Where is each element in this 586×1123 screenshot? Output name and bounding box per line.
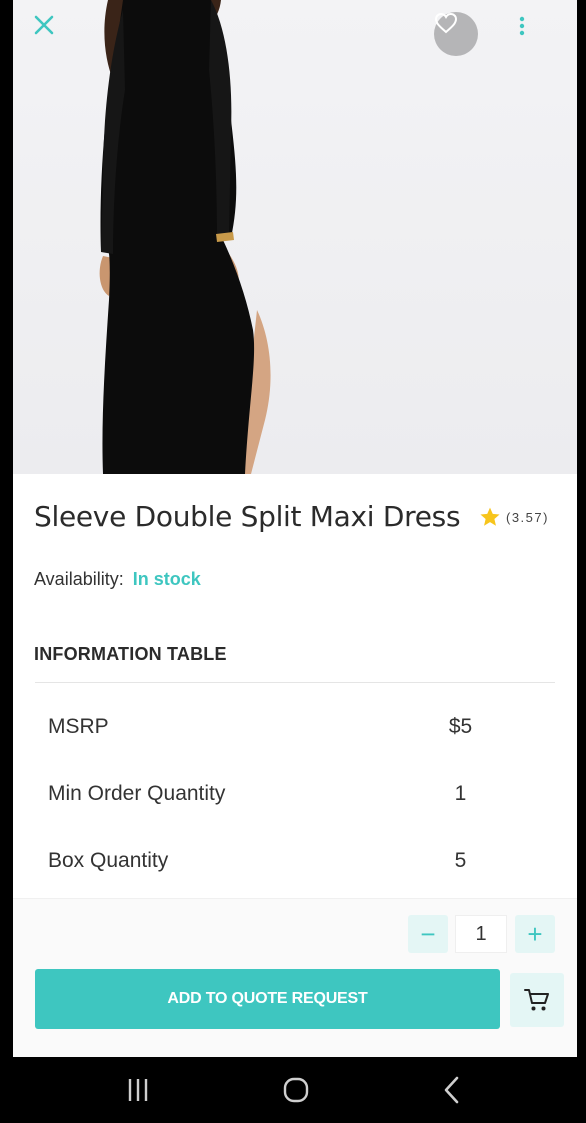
nav-back-button[interactable] bbox=[432, 1075, 472, 1105]
product-detail-screen: Sleeve Double Split Maxi Dress (3.57) Av… bbox=[13, 0, 577, 1057]
stock-status: In stock bbox=[132, 569, 201, 589]
product-image bbox=[13, 0, 577, 474]
dress-photo bbox=[99, 0, 271, 474]
home-icon bbox=[283, 1077, 309, 1103]
info-value: $5 bbox=[448, 715, 473, 738]
quantity-increase-button[interactable]: + bbox=[515, 915, 555, 953]
quantity-stepper-value[interactable]: 1 bbox=[455, 915, 507, 953]
nav-recents-button[interactable] bbox=[118, 1075, 158, 1105]
close-icon bbox=[34, 15, 54, 35]
favorite-button[interactable] bbox=[434, 12, 478, 56]
close-button[interactable] bbox=[33, 14, 75, 56]
star-icon bbox=[480, 507, 500, 526]
system-navigation-bar bbox=[0, 1057, 586, 1123]
availability-label: Availability: bbox=[34, 569, 124, 589]
cart-icon bbox=[524, 989, 549, 1011]
back-icon bbox=[444, 1076, 459, 1104]
info-value: 1 bbox=[454, 782, 467, 805]
cart-button[interactable] bbox=[510, 973, 564, 1027]
more-options-button[interactable] bbox=[519, 16, 547, 56]
product-title: Sleeve Double Split Maxi Dress bbox=[34, 500, 461, 533]
heart-icon bbox=[434, 12, 458, 34]
info-label: Min Order Quantity bbox=[48, 782, 226, 805]
nav-home-button[interactable] bbox=[276, 1075, 316, 1105]
availability: Availability: In stock bbox=[34, 569, 201, 590]
divider bbox=[35, 682, 555, 683]
info-row-msrp: MSRP $5 bbox=[48, 715, 488, 755]
recents-icon bbox=[128, 1079, 148, 1101]
info-label: Box Quantity bbox=[48, 849, 169, 872]
add-to-quote-button[interactable]: ADD TO QUOTE REQUEST bbox=[35, 969, 500, 1029]
quantity-decrease-button[interactable]: − bbox=[408, 915, 448, 953]
product-rating: (3.57) bbox=[479, 506, 549, 528]
info-row-min-order: Min Order Quantity 1 bbox=[48, 782, 488, 822]
info-table-heading: INFORMATION TABLE bbox=[34, 644, 227, 664]
info-row-box-quantity: Box Quantity 5 bbox=[48, 849, 488, 889]
info-label: MSRP bbox=[48, 715, 109, 738]
more-vertical-icon bbox=[519, 16, 525, 36]
action-panel: − 1 + ADD TO QUOTE REQUEST bbox=[13, 898, 577, 1057]
info-value: 5 bbox=[454, 849, 467, 872]
rating-value: (3.57) bbox=[506, 509, 549, 525]
